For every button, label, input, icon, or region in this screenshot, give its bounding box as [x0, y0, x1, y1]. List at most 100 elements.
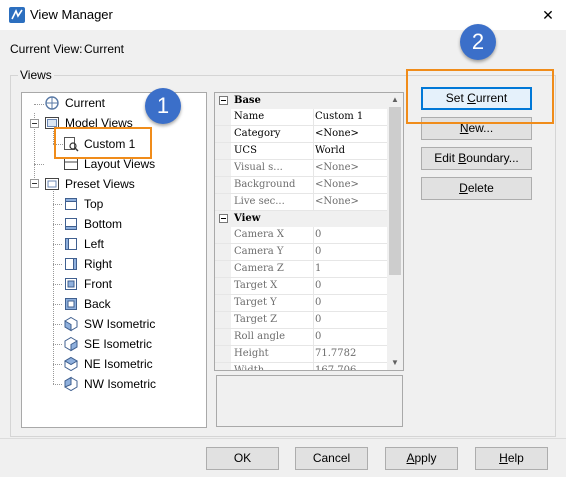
property-gutter [215, 227, 231, 243]
property-value[interactable]: <None> [313, 177, 389, 193]
help-button[interactable]: Help [475, 447, 548, 470]
property-value[interactable]: 167.706 [313, 363, 389, 370]
callout-highlight-custom-1 [54, 127, 152, 159]
property-value[interactable]: 1 [313, 261, 389, 277]
property-row[interactable]: Target X 0 [215, 278, 389, 295]
property-row[interactable]: Live sec... <None> [215, 194, 389, 211]
step-badge-1: 1 [145, 88, 181, 124]
edit-boundary-button[interactable]: Edit Boundary... [421, 147, 532, 170]
property-key: Name [234, 111, 265, 122]
property-key: Target Z [234, 314, 278, 325]
property-key: UCS [234, 145, 257, 156]
properties-scrollbar[interactable]: ▲ ▼ [387, 93, 403, 370]
apply-button[interactable]: Apply [385, 447, 458, 470]
property-key: Camera X [234, 229, 285, 240]
property-gutter [215, 329, 231, 345]
app-icon [9, 7, 25, 23]
property-value[interactable]: Custom 1 [313, 109, 389, 125]
step-badge-2: 2 [460, 24, 496, 60]
collapse-icon[interactable] [219, 214, 228, 223]
property-category-label: View [234, 213, 261, 224]
property-row[interactable]: Name Custom 1 [215, 109, 389, 126]
properties-grid[interactable]: Base Name Custom 1 Category <None> UCS World Vi… [214, 92, 404, 371]
property-value[interactable]: 0 [313, 295, 389, 311]
close-icon: ✕ [542, 6, 554, 23]
views-group-label: Views [18, 68, 54, 82]
preset-views-icon [44, 176, 60, 192]
collapse-icon[interactable] [219, 96, 228, 105]
property-gutter [215, 194, 231, 210]
property-row[interactable]: Camera X 0 [215, 227, 389, 244]
bottom-separator [0, 438, 566, 439]
current-view-label: Current View: [10, 42, 83, 56]
properties-rows: Base Name Custom 1 Category <None> UCS World Vi… [215, 93, 389, 371]
back-view-icon [63, 296, 79, 312]
scroll-up-icon[interactable]: ▲ [387, 93, 403, 107]
property-key: Roll angle [234, 331, 286, 342]
property-key: Live sec... [234, 196, 285, 207]
property-value[interactable]: 0 [313, 329, 389, 345]
property-key: Height [234, 348, 269, 359]
property-gutter [215, 244, 231, 260]
property-category[interactable]: Base [215, 93, 389, 109]
nw-isometric-icon [63, 376, 79, 392]
property-value[interactable]: 0 [313, 244, 389, 260]
property-value[interactable]: <None> [313, 194, 389, 210]
bottom-view-icon [63, 216, 79, 232]
front-view-icon [63, 276, 79, 292]
property-key: Category [234, 128, 281, 139]
current-view-icon [44, 95, 60, 111]
property-value[interactable]: <None> [313, 160, 389, 176]
property-value[interactable]: 0 [313, 312, 389, 328]
delete-button[interactable]: Delete [421, 177, 532, 200]
right-view-icon [63, 256, 79, 272]
property-gutter [215, 177, 231, 193]
scroll-thumb[interactable] [389, 107, 401, 275]
property-category[interactable]: View [215, 211, 389, 227]
property-key: Width [234, 365, 265, 371]
property-key: Target X [234, 280, 278, 291]
cancel-button[interactable]: Cancel [295, 447, 368, 470]
property-key: Visual s... [234, 162, 283, 173]
se-isometric-icon [63, 336, 79, 352]
property-row[interactable]: Camera Y 0 [215, 244, 389, 261]
property-value[interactable]: 71.7782 [313, 346, 389, 362]
property-row[interactable]: Visual s... <None> [215, 160, 389, 177]
top-view-icon [63, 196, 79, 212]
property-row[interactable]: Category <None> [215, 126, 389, 143]
property-gutter [215, 261, 231, 277]
callout-highlight-set-current [406, 69, 554, 124]
property-row[interactable]: Target Z 0 [215, 312, 389, 329]
close-button[interactable]: ✕ [534, 3, 562, 27]
ne-isometric-icon [63, 356, 79, 372]
window-title: View Manager [30, 7, 113, 22]
property-row[interactable]: Width 167.706 [215, 363, 389, 371]
property-gutter [215, 143, 231, 159]
expand-preset-views[interactable] [30, 179, 39, 188]
property-key: Camera Y [234, 246, 284, 257]
property-row[interactable]: Roll angle 0 [215, 329, 389, 346]
property-value[interactable]: 0 [313, 227, 389, 243]
property-row[interactable]: Target Y 0 [215, 295, 389, 312]
property-gutter [215, 295, 231, 311]
expand-model-views[interactable] [30, 119, 39, 128]
property-row[interactable]: Background <None> [215, 177, 389, 194]
property-gutter [215, 126, 231, 142]
property-value[interactable]: World [313, 143, 389, 159]
property-gutter [215, 160, 231, 176]
current-view-value: Current [84, 42, 125, 56]
property-gutter [215, 346, 231, 362]
property-category-label: Base [234, 95, 261, 106]
property-gutter [215, 109, 231, 125]
property-row[interactable]: UCS World [215, 143, 389, 160]
left-view-icon [63, 236, 79, 252]
sw-isometric-icon [63, 316, 79, 332]
property-row[interactable]: Camera Z 1 [215, 261, 389, 278]
property-value[interactable]: 0 [313, 278, 389, 294]
scroll-down-icon[interactable]: ▼ [387, 356, 403, 370]
property-row[interactable]: Height 71.7782 [215, 346, 389, 363]
ok-button[interactable]: OK [206, 447, 279, 470]
property-key: Background [234, 179, 296, 190]
property-value[interactable]: <None> [313, 126, 389, 142]
property-gutter [215, 363, 231, 370]
